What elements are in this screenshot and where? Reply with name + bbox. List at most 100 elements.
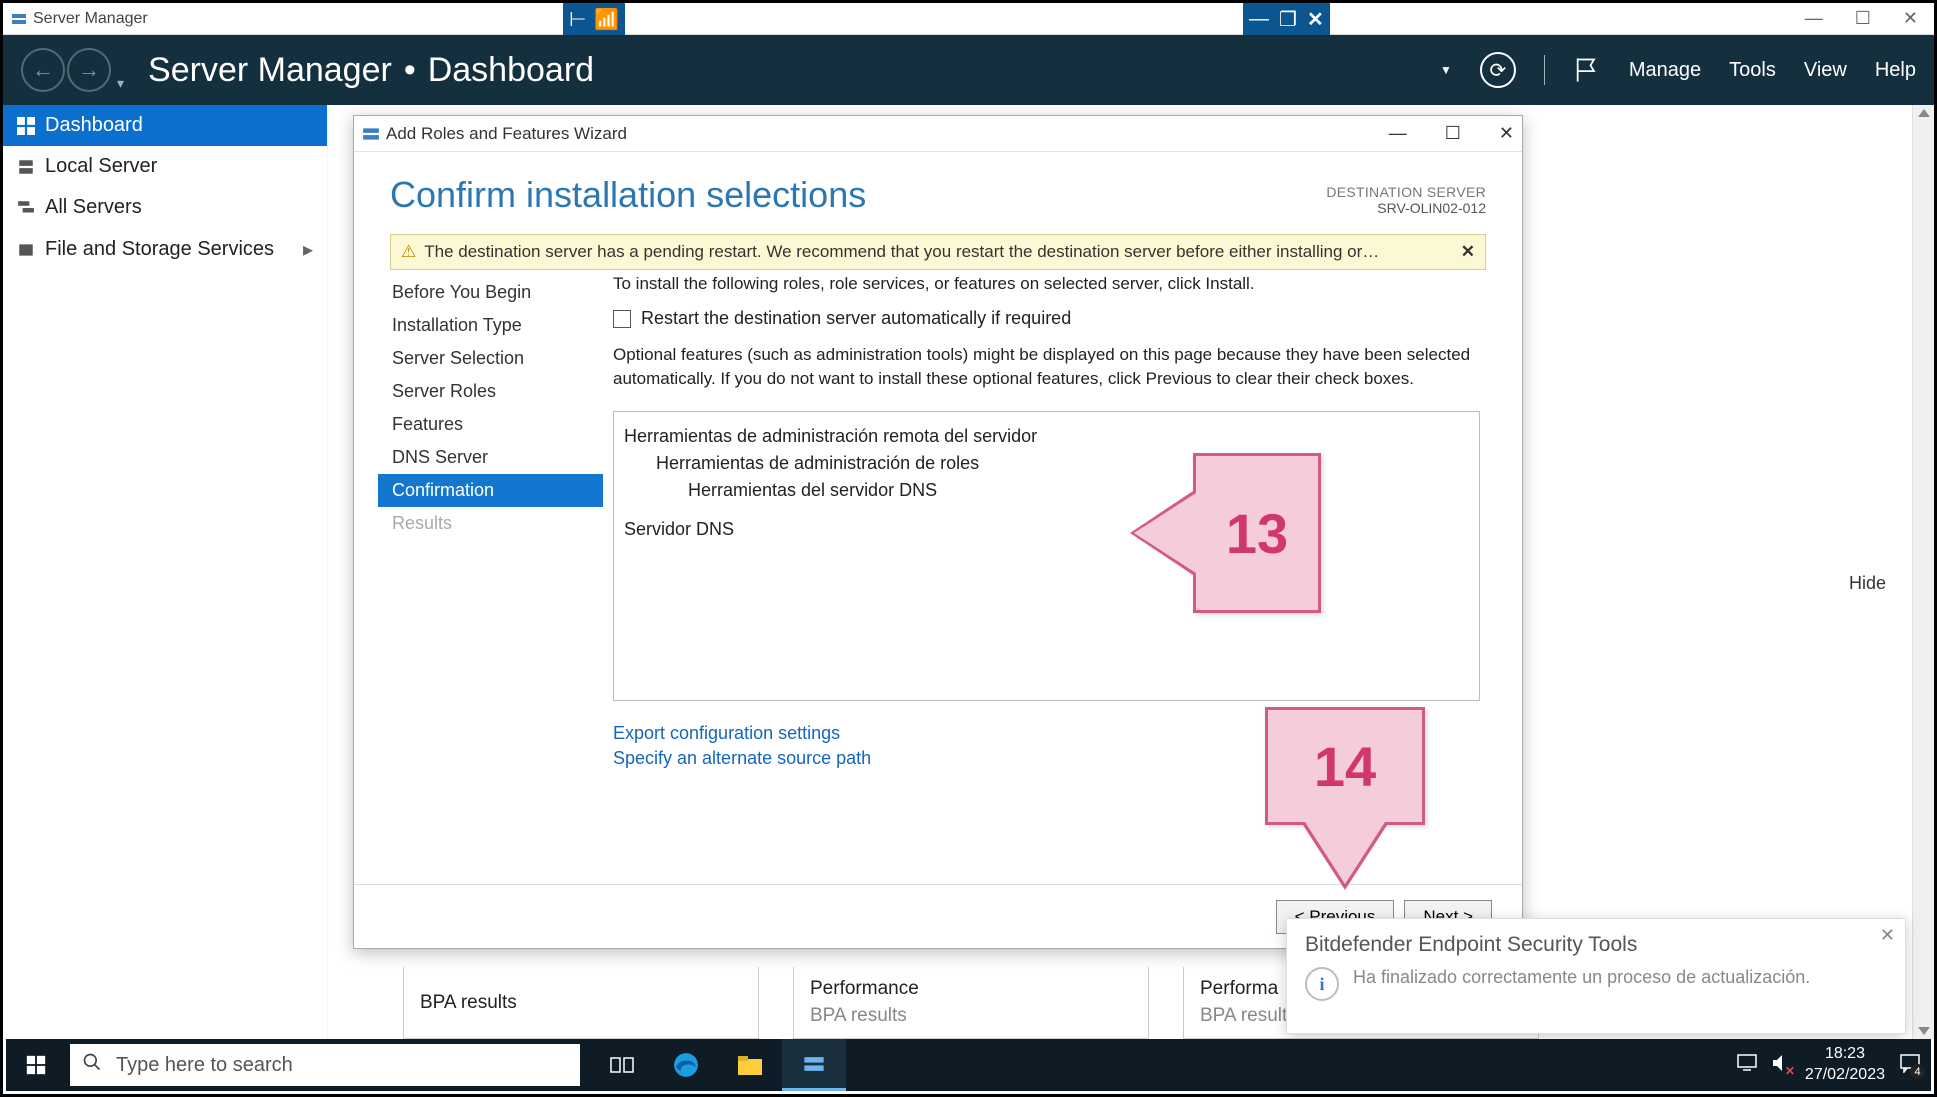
- annotation-number: 13: [1226, 501, 1288, 566]
- outer-maximize-button[interactable]: ☐: [1855, 8, 1871, 29]
- annotation-callout-13: 13: [1193, 453, 1321, 613]
- sidebar-item-label: All Servers: [45, 196, 142, 219]
- signal-icon: 📶: [594, 7, 619, 32]
- restart-checkbox-label: Restart the destination server automatic…: [641, 308, 1071, 329]
- secondary-close-button[interactable]: ✕: [1307, 7, 1324, 32]
- secondary-window-controls: — ❐ ✕: [1243, 3, 1330, 35]
- selection-item: Herramientas de administración remota de…: [624, 426, 1469, 447]
- task-view-button[interactable]: [590, 1039, 654, 1091]
- toast-notification[interactable]: ✕ Bitdefender Endpoint Security Tools i …: [1286, 918, 1906, 1034]
- clock-date: 27/02/2023: [1805, 1065, 1885, 1086]
- tile-line: BPA results: [420, 992, 742, 1014]
- wizard-close-button[interactable]: ✕: [1499, 123, 1514, 144]
- nav-dropdown-icon[interactable]: ▾: [117, 75, 124, 92]
- breadcrumb-separator-icon: •: [404, 51, 416, 90]
- wizard-icon: [362, 125, 380, 143]
- sidebar: Dashboard Local Server All Servers File …: [3, 105, 328, 1039]
- warning-icon: ⚠: [401, 242, 416, 262]
- scrollbar[interactable]: [1912, 105, 1934, 1039]
- server-manager-icon: [11, 11, 27, 27]
- step-dns-server[interactable]: DNS Server: [378, 441, 603, 474]
- tile-bpa[interactable]: BPA results: [403, 967, 759, 1039]
- secondary-title-strip: ⊢ 📶: [563, 3, 625, 35]
- menu-manage[interactable]: Manage: [1629, 59, 1701, 82]
- optional-note: Optional features (such as administratio…: [613, 343, 1480, 391]
- taskbar: Type here to search ✕ 18:23 27/02/2023 4: [6, 1039, 1931, 1091]
- nav-back-button[interactable]: ←: [21, 48, 65, 92]
- warning-bar: ⚠ The destination server has a pending r…: [390, 234, 1486, 270]
- step-features[interactable]: Features: [378, 408, 603, 441]
- outer-close-button[interactable]: ✕: [1903, 8, 1918, 29]
- selections-box: Herramientas de administración remota de…: [613, 411, 1480, 701]
- wizard-title-text: Add Roles and Features Wizard: [386, 124, 627, 144]
- sidebar-item-label: File and Storage Services: [45, 238, 274, 261]
- menu-help[interactable]: Help: [1875, 59, 1916, 82]
- outer-minimize-button[interactable]: —: [1805, 8, 1823, 29]
- selection-item: Herramientas del servidor DNS: [624, 480, 1469, 501]
- wizard-minimize-button[interactable]: —: [1389, 123, 1407, 144]
- tile-line: BPA results: [810, 1005, 1132, 1027]
- header-bar: ← → ▾ Server Manager • Dashboard ▼ ⟳ Man…: [3, 35, 1934, 105]
- divider: [1544, 55, 1545, 85]
- taskbar-search[interactable]: Type here to search: [70, 1044, 580, 1086]
- tile-line: Performance: [810, 978, 1132, 1000]
- pin-icon: ⊢: [569, 7, 586, 32]
- sidebar-item-label: Dashboard: [45, 114, 143, 137]
- chevron-right-icon: ▸: [303, 237, 313, 262]
- step-server-roles[interactable]: Server Roles: [378, 375, 603, 408]
- toast-close-button[interactable]: ✕: [1880, 925, 1895, 946]
- menu-tools[interactable]: Tools: [1729, 59, 1776, 82]
- refresh-button[interactable]: ⟳: [1480, 52, 1516, 88]
- notification-badge: 4: [1910, 1064, 1925, 1079]
- install-description: To install the following roles, role ser…: [613, 274, 1480, 294]
- sidebar-item-local-server[interactable]: Local Server: [3, 146, 327, 187]
- sidebar-item-file-storage[interactable]: File and Storage Services ▸: [3, 228, 327, 271]
- sidebar-item-all-servers[interactable]: All Servers: [3, 187, 327, 228]
- wizard-titlebar: Add Roles and Features Wizard — ☐ ✕: [354, 116, 1522, 152]
- destination-server: SRV-OLIN02-012: [1326, 200, 1486, 216]
- annotation-callout-14: 14: [1265, 707, 1425, 825]
- app-titlebar: Server Manager — ☐ ✕: [3, 3, 1934, 35]
- warning-close-button[interactable]: ✕: [1461, 242, 1475, 262]
- tray-clock[interactable]: 18:23 27/02/2023: [1805, 1044, 1885, 1086]
- tray-volume-icon[interactable]: ✕: [1771, 1054, 1791, 1076]
- destination-label: DESTINATION SERVER: [1326, 184, 1486, 200]
- search-placeholder: Type here to search: [116, 1054, 293, 1077]
- menu-view[interactable]: View: [1804, 59, 1847, 82]
- toast-title: Bitdefender Endpoint Security Tools: [1305, 933, 1887, 957]
- info-icon: i: [1305, 967, 1339, 1001]
- step-before-you-begin[interactable]: Before You Begin: [378, 276, 603, 309]
- restart-checkbox[interactable]: [613, 310, 631, 328]
- search-icon: [82, 1052, 102, 1078]
- server-icon: [17, 158, 35, 176]
- taskbar-explorer-icon[interactable]: [718, 1039, 782, 1091]
- warning-text: The destination server has a pending res…: [424, 242, 1379, 262]
- wizard-heading: Confirm installation selections: [390, 174, 866, 216]
- destination-block: DESTINATION SERVER SRV-OLIN02-012: [1326, 184, 1486, 216]
- servers-icon: [17, 199, 35, 217]
- storage-icon: [17, 241, 35, 259]
- step-confirmation[interactable]: Confirmation: [378, 474, 603, 507]
- tile-performance[interactable]: Performance BPA results: [793, 967, 1149, 1039]
- header-dropdown-icon[interactable]: ▼: [1440, 63, 1452, 77]
- annotation-number: 14: [1314, 734, 1376, 799]
- start-button[interactable]: [6, 1039, 66, 1091]
- hide-link[interactable]: Hide: [1849, 573, 1886, 594]
- secondary-minimize-button[interactable]: —: [1249, 8, 1269, 31]
- taskbar-edge-icon[interactable]: [654, 1039, 718, 1091]
- app-title: Server Manager: [33, 10, 148, 28]
- secondary-restore-button[interactable]: ❐: [1279, 7, 1297, 32]
- notifications-flag-icon[interactable]: [1573, 56, 1601, 84]
- tray-display-icon[interactable]: [1737, 1054, 1757, 1076]
- sidebar-item-dashboard[interactable]: Dashboard: [3, 105, 327, 146]
- clock-time: 18:23: [1805, 1044, 1885, 1065]
- selection-item: Servidor DNS: [624, 519, 1469, 540]
- wizard-steps: Before You Begin Installation Type Serve…: [378, 270, 603, 884]
- wizard-maximize-button[interactable]: ☐: [1445, 123, 1461, 144]
- step-server-selection[interactable]: Server Selection: [378, 342, 603, 375]
- tray-notifications-icon[interactable]: 4: [1899, 1053, 1921, 1077]
- header-app-name: Server Manager: [148, 51, 392, 90]
- taskbar-server-manager-icon[interactable]: [782, 1039, 846, 1091]
- nav-forward-button[interactable]: →: [67, 48, 111, 92]
- step-installation-type[interactable]: Installation Type: [378, 309, 603, 342]
